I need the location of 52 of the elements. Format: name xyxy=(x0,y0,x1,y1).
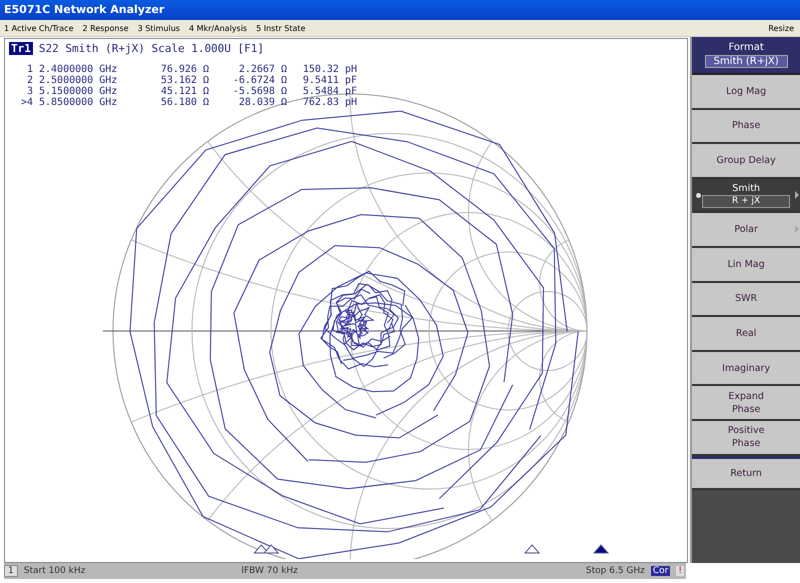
softkey-button[interactable]: Lin Mag xyxy=(692,248,800,283)
marker-value: 150.32 pH xyxy=(302,64,357,75)
marker-frequency: 5.8500000 GHz xyxy=(39,97,118,108)
marker-number: 1 xyxy=(26,64,33,75)
resize-menu-item[interactable]: Resize xyxy=(768,24,794,32)
channel-number: 1 xyxy=(4,565,18,577)
softkey-button[interactable]: Return xyxy=(692,456,800,490)
marker-number: >4 xyxy=(20,97,33,108)
marker-resistance: 53.162 Ω xyxy=(160,75,209,86)
softkey-button[interactable]: Phase xyxy=(692,110,800,144)
softkey-button[interactable]: Smith R + jX xyxy=(692,178,800,214)
marker-frequency: 5.1500000 GHz xyxy=(39,86,118,97)
softkey-button[interactable]: Imaginary xyxy=(692,352,800,386)
softkey-button[interactable]: Positive Phase xyxy=(692,420,800,456)
ifbw-label: IFBW 70 kHz xyxy=(241,566,299,576)
start-frequency: Start 100 kHz xyxy=(24,566,86,576)
indicator-dot-icon xyxy=(696,192,702,198)
marker-reactance: 28.039 Ω xyxy=(238,97,287,108)
menu-item[interactable]: 2 Response xyxy=(82,24,129,32)
softkey-button[interactable]: Polar xyxy=(692,213,800,248)
marker-reactance: 2.2667 Ω xyxy=(238,64,287,75)
submenu-arrow-icon xyxy=(795,190,799,199)
marker-number: 2 xyxy=(26,75,33,86)
format-value: Smith (R+jX) xyxy=(704,55,788,68)
correction-badge: Cor xyxy=(650,566,670,576)
warning-badge: ! xyxy=(676,566,684,576)
marker-frequency: 2.4000000 GHz xyxy=(39,64,118,75)
menu-item[interactable]: 5 Instr State xyxy=(256,24,306,32)
menu-item[interactable]: 4 Mkr/Analysis xyxy=(188,24,248,32)
trace-info: S22 Smith (R+jX) Scale 1.000U [F1] xyxy=(38,42,264,55)
softkey-value: R + jX xyxy=(702,195,790,208)
softkey-button[interactable]: Expand Phase xyxy=(692,386,800,421)
menu-item[interactable]: 1 Active Ch/Trace xyxy=(4,24,74,32)
marker-value: 9.5411 pF xyxy=(302,75,357,86)
softkey-button[interactable]: Log Mag xyxy=(692,75,800,110)
trace-label[interactable]: Tr1 xyxy=(9,42,33,55)
marker-resistance: 76.926 Ω xyxy=(160,64,209,75)
marker-resistance: 45.121 Ω xyxy=(160,86,209,97)
softkey-button[interactable]: Real xyxy=(692,317,800,352)
marker-number: 3 xyxy=(26,86,33,97)
marker-frequency: 2.5000000 GHz xyxy=(39,75,118,86)
marker-reactance: -6.6724 Ω xyxy=(232,75,287,86)
window-title: E5071C Network Analyzer xyxy=(0,0,800,20)
menu-item[interactable]: 3 Stimulus xyxy=(138,24,180,32)
stop-frequency: Stop 6.5 GHz xyxy=(586,566,645,576)
marker-reactance: -5.5698 Ω xyxy=(232,86,287,97)
softkey-button[interactable]: Group Delay xyxy=(692,144,800,179)
softkey-button[interactable]: SWR xyxy=(692,282,800,318)
marker-value: 762.83 pH xyxy=(302,97,357,108)
format-title: Format xyxy=(728,42,764,53)
marker-resistance: 56.180 Ω xyxy=(160,97,209,108)
marker-value: 5.5484 pF xyxy=(302,86,357,97)
